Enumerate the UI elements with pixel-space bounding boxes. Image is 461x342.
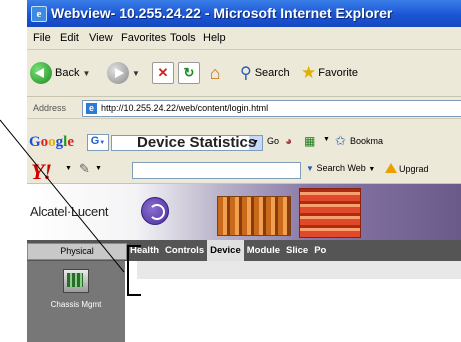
yahoo-search-input[interactable] [132, 162, 301, 179]
menu-file[interactable]: File [33, 32, 51, 44]
nav-row: Physical Health Controls Device Module S… [27, 240, 461, 261]
menu-bar: File Edit View Favorites Tools Help [27, 27, 461, 50]
pencil-icon[interactable]: ✎ [79, 161, 90, 177]
search-label: Search [254, 67, 290, 79]
refresh-button[interactable]: ↻ [178, 58, 200, 88]
alcatel-lucent-logo-icon [141, 197, 169, 225]
google-logo: Google [29, 134, 75, 150]
menu-help[interactable]: Help [203, 32, 226, 44]
left-nav-panel: Chassis Mgmt [27, 261, 125, 342]
chassis-icon[interactable] [63, 269, 89, 293]
pagerank-icon[interactable]: ◕ [285, 134, 292, 148]
stop-button[interactable]: ✕ [152, 58, 174, 88]
forward-button[interactable]: ▼ [107, 58, 140, 88]
standard-toolbar: Back ▼ ▼ ✕ ↻ ⌂ ⚲ Search ★ Favorite [27, 50, 461, 97]
app-banner: Alcatel·Lucent [27, 184, 461, 240]
tab-module[interactable]: Module [244, 240, 283, 261]
menu-edit[interactable]: Edit [60, 32, 79, 44]
chevron-down-icon: ▼ [132, 68, 140, 78]
menu-view[interactable]: View [89, 32, 113, 44]
tab-port[interactable]: Po [311, 240, 329, 261]
warning-icon [385, 163, 397, 173]
bookmark-star-icon: ✩ [335, 133, 346, 148]
menu-tools[interactable]: Tools [170, 32, 196, 44]
page-content: Alcatel·Lucent Physical Health Controls … [27, 184, 461, 342]
search-button[interactable]: ⚲ Search [240, 58, 290, 88]
window-title: Webview- 10.255.24.22 - Microsoft Intern… [51, 5, 393, 21]
brand-name: Alcatel·Lucent [30, 204, 109, 219]
home-icon: ⌂ [209, 63, 221, 83]
tab-device[interactable]: Device [207, 240, 244, 261]
stop-icon: ✕ [152, 62, 174, 84]
search-icon: ⚲ [240, 65, 252, 82]
chevron-down-icon[interactable]: ▼ [95, 165, 102, 172]
address-bar: Address e http://10.255.24.22/web/conten… [27, 98, 461, 119]
title-bar: e Webview- 10.255.24.22 - Microsoft Inte… [27, 0, 461, 27]
tab-health[interactable]: Health [127, 240, 162, 261]
address-input[interactable]: e http://10.255.24.22/web/content/login.… [82, 100, 461, 117]
google-menu-button[interactable]: G▼ [87, 134, 109, 151]
tab-bar: Health Controls Device Module Slice Po [127, 240, 329, 261]
star-icon: ★ [301, 63, 317, 82]
chevron-down-icon: ▼ [368, 166, 376, 173]
chassis-mgmt-label[interactable]: Chassis Mgmt [27, 300, 125, 309]
ie-app-icon: e [31, 6, 47, 22]
hardware-image [299, 188, 361, 238]
go-label: Go [267, 136, 280, 146]
browser-window: e Webview- 10.255.24.22 - Microsoft Inte… [27, 0, 461, 342]
back-label: Back [55, 67, 80, 79]
page-icon: e [86, 103, 97, 114]
chevron-down-icon: ▼ [82, 68, 91, 78]
address-label: Address [33, 103, 67, 113]
upgrade-label: Upgrad [399, 164, 429, 174]
tab-slice[interactable]: Slice [283, 240, 311, 261]
menu-favorites[interactable]: Favorites [121, 32, 166, 44]
search-web-button[interactable]: ▼ Search Web ▼ [306, 163, 375, 173]
page-title: Device Statistics [137, 134, 257, 151]
google-go-button[interactable]: Go [267, 136, 279, 146]
hardware-image [217, 196, 291, 236]
subtab-strip [137, 261, 461, 279]
google-bookmarks-button[interactable]: Bookma [350, 136, 383, 146]
search-web-label: Search Web [316, 163, 366, 173]
yahoo-logo[interactable]: Y! [31, 159, 52, 185]
tab-controls[interactable]: Controls [162, 240, 207, 261]
upgrade-button[interactable]: Upgrad [385, 163, 429, 174]
forward-arrow-icon [107, 62, 129, 84]
favorites-label: Favorite [318, 67, 358, 79]
chevron-down-icon[interactable]: ▼ [323, 136, 330, 143]
refresh-icon: ↻ [178, 62, 200, 84]
home-button[interactable]: ⌂ [204, 58, 226, 88]
address-url: http://10.255.24.22/web/content/login.ht… [101, 103, 269, 113]
yahoo-toolbar: Y! ▼ ✎ ▼ ▼ Search Web ▼ Upgrad [27, 157, 461, 184]
back-arrow-icon [30, 62, 52, 84]
popup-blocker-icon[interactable]: ▦ [304, 134, 315, 148]
back-button[interactable]: Back ▼ [30, 58, 90, 88]
favorites-button[interactable]: ★ Favorite [301, 58, 358, 88]
chevron-down-icon[interactable]: ▼ [65, 165, 72, 172]
chevron-down-icon: ▼ [306, 164, 314, 173]
physical-button[interactable]: Physical [27, 243, 127, 260]
